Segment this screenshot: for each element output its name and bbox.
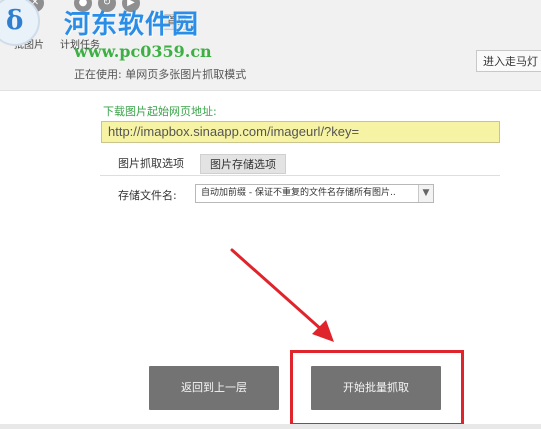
annotation-arrow-icon: [230, 248, 334, 342]
bottom-edge: [0, 424, 541, 429]
